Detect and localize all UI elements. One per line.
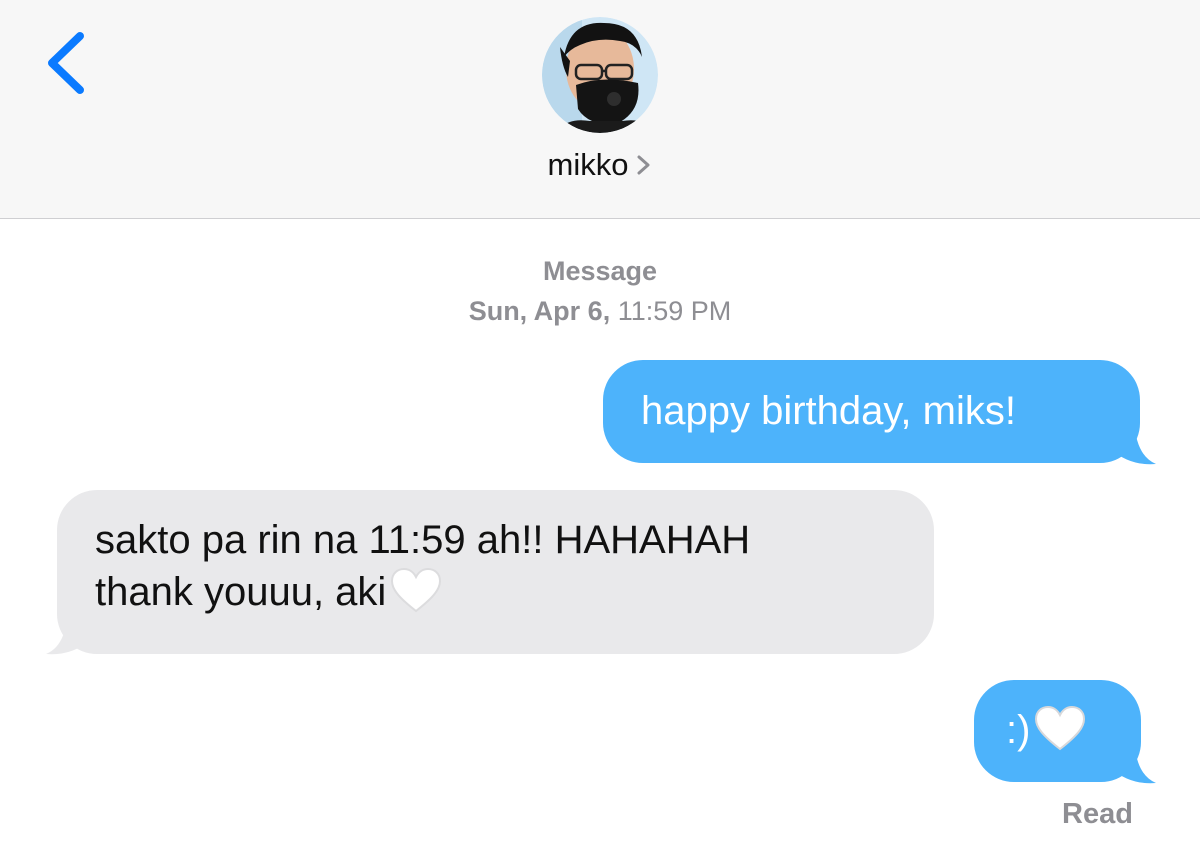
message-date: Sun, Apr 6, [468, 296, 611, 326]
message-text: :) [1006, 708, 1031, 752]
back-button[interactable] [40, 28, 92, 98]
message-time: 11:59 PM [617, 296, 732, 326]
white-heart-icon [391, 567, 442, 613]
chevron-right-icon [637, 155, 650, 175]
message-text: thank youuu, aki [95, 570, 387, 614]
incoming-message[interactable]: sakto pa rin na 11:59 ah!! HAHAHAH thank… [57, 490, 934, 654]
service-label: Message [542, 256, 658, 286]
message-text: happy birthday, miks! [641, 389, 1016, 433]
avatar[interactable] [542, 17, 658, 133]
outgoing-message[interactable]: happy birthday, miks! [603, 360, 1140, 463]
contact-name-button[interactable]: mikko [0, 147, 1200, 183]
white-heart-icon [1035, 705, 1086, 751]
read-receipt: Read [1062, 798, 1133, 830]
message-text-line-2: thank youuu, aki [95, 566, 934, 618]
message-timestamp: Sun, Apr 6, 11:59 PM [0, 296, 1200, 327]
chevron-left-icon [48, 32, 84, 94]
message-text-line-1: sakto pa rin na 11:59 ah!! HAHAHAH [95, 518, 751, 562]
conversation-header: mikko [0, 0, 1200, 219]
outgoing-message[interactable]: :) [974, 680, 1141, 782]
contact-name: mikko [547, 147, 629, 182]
